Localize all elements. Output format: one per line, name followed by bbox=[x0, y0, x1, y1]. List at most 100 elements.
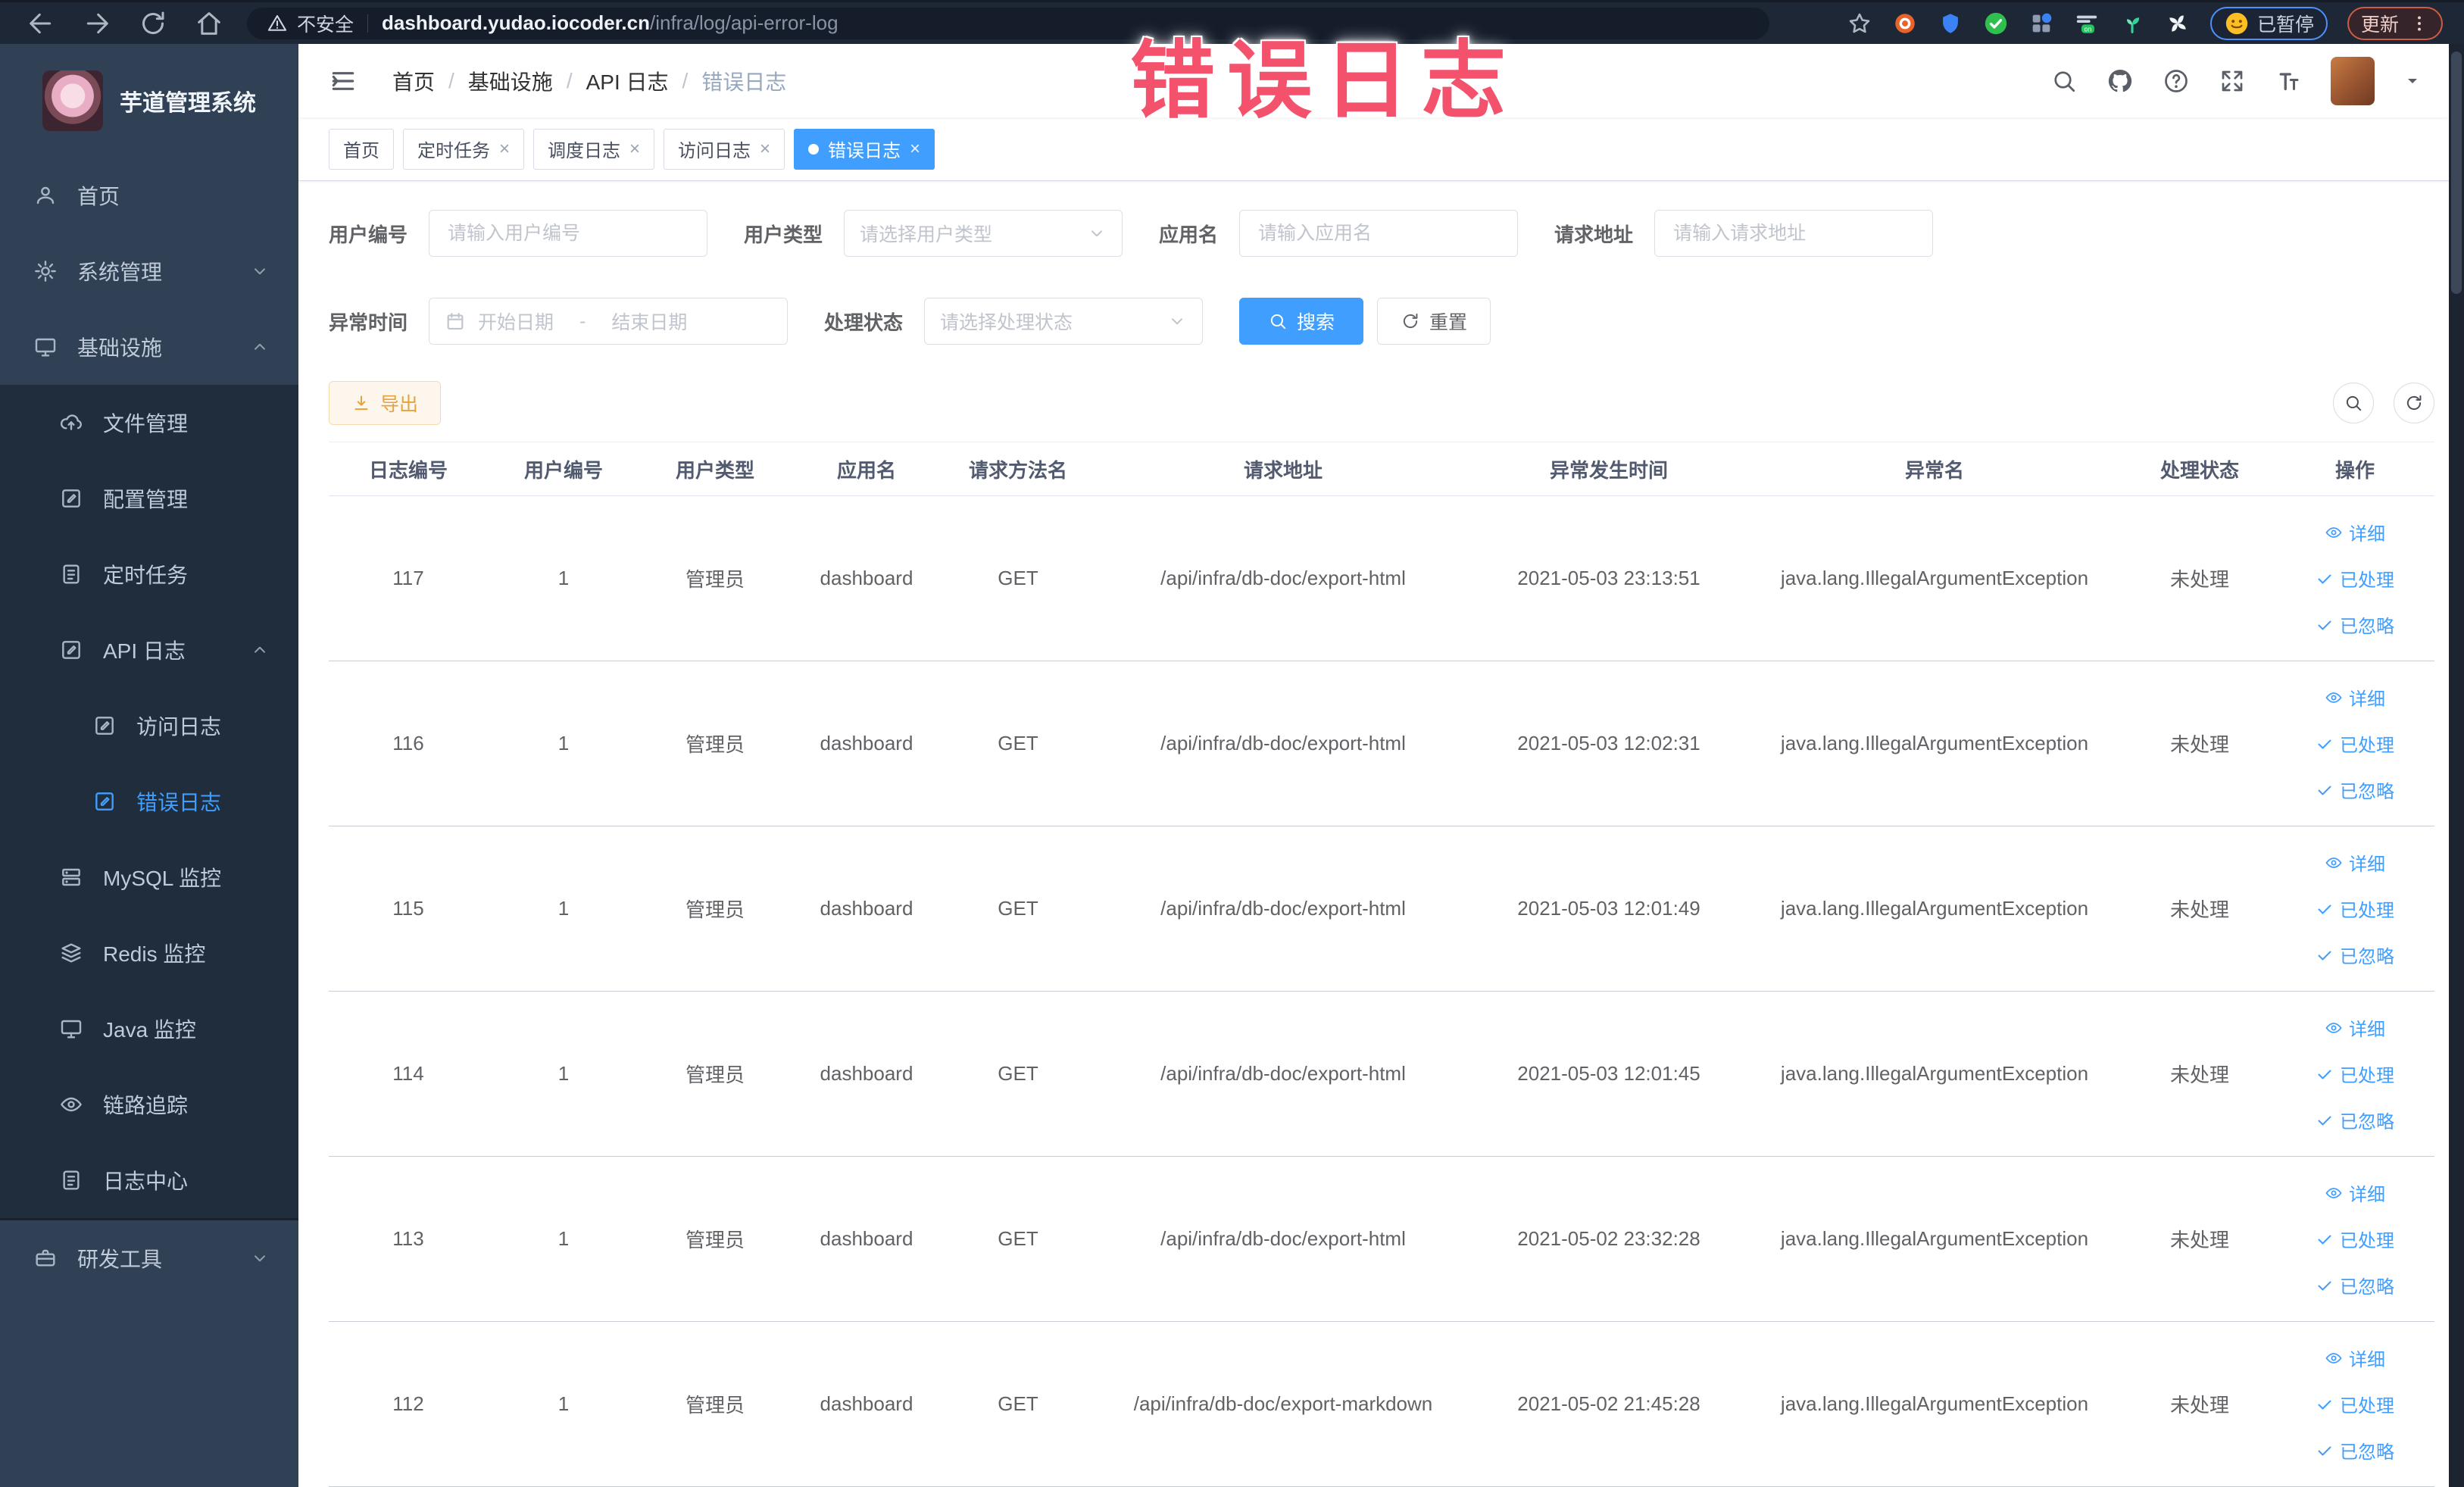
action-processed-link[interactable]: 已处理 bbox=[2316, 730, 2394, 757]
user-id-input[interactable] bbox=[429, 210, 708, 257]
sidebar-item-label: 访问日志 bbox=[136, 715, 222, 739]
sidebar-item-redis[interactable]: Redis 监控 bbox=[0, 915, 298, 991]
user-menu-caret-icon[interactable] bbox=[2403, 72, 2422, 90]
sidebar-item-trace[interactable]: 链路追踪 bbox=[0, 1067, 298, 1142]
page-scrollbar[interactable] bbox=[2449, 44, 2464, 1487]
address-bar[interactable]: 不安全 dashboard.yudao.iocoder.cn/infra/log… bbox=[247, 7, 1769, 39]
tab-close-icon[interactable]: × bbox=[629, 139, 640, 158]
sidebar-item-config[interactable]: 配置管理 bbox=[0, 461, 298, 536]
browser-forward-icon[interactable] bbox=[82, 8, 112, 39]
download-icon bbox=[351, 393, 371, 413]
refresh-button[interactable] bbox=[2394, 383, 2434, 423]
search-button[interactable]: 搜索 bbox=[1239, 298, 1364, 345]
tab-close-icon[interactable]: × bbox=[760, 139, 770, 158]
fullscreen-icon[interactable] bbox=[2219, 67, 2246, 95]
user-avatar[interactable] bbox=[2331, 56, 2375, 105]
action-ignored-link[interactable]: 已忽略 bbox=[2316, 1107, 2394, 1133]
action-ignored-link[interactable]: 已忽略 bbox=[2316, 942, 2394, 968]
tab-view-3[interactable]: 访问日志 × bbox=[664, 128, 785, 170]
app-name-input[interactable] bbox=[1239, 210, 1519, 257]
action-detail-link[interactable]: 详细 bbox=[2325, 519, 2385, 545]
bookmark-star-icon[interactable] bbox=[1847, 11, 1872, 36]
sidebar-item-access-log[interactable]: 访问日志 bbox=[0, 688, 298, 764]
toggle-search-button[interactable] bbox=[2333, 383, 2374, 423]
sidebar-item-mysql[interactable]: MySQL 监控 bbox=[0, 839, 298, 915]
sidebar-item-java[interactable]: Java 监控 bbox=[0, 991, 298, 1067]
extension-target-icon[interactable] bbox=[1892, 11, 1918, 36]
job-icon bbox=[59, 562, 83, 586]
sidebar-collapse-icon[interactable] bbox=[329, 67, 358, 95]
extension-green-check-icon[interactable] bbox=[1983, 11, 2009, 36]
column-header: 操作 bbox=[2334, 458, 2375, 482]
tab-view-1[interactable]: 定时任务 × bbox=[403, 128, 525, 170]
sidebar-item-system[interactable]: 系统管理 bbox=[0, 233, 298, 309]
action-ignored-link[interactable]: 已忽略 bbox=[2316, 1272, 2394, 1298]
sidebar-item-error-log[interactable]: 错误日志 bbox=[0, 764, 298, 839]
check-icon bbox=[2316, 616, 2334, 634]
browser-update-button[interactable]: 更新 bbox=[2347, 6, 2443, 40]
breadcrumb-home[interactable]: 首页 bbox=[392, 66, 435, 96]
extension-shield-icon[interactable] bbox=[1938, 11, 1963, 36]
action-detail-link[interactable]: 详细 bbox=[2325, 684, 2385, 711]
action-ignored-link[interactable]: 已忽略 bbox=[2316, 1437, 2394, 1464]
action-processed-link[interactable]: 已处理 bbox=[2316, 1061, 2394, 1087]
request-url-input[interactable] bbox=[1654, 210, 1934, 257]
font-size-icon[interactable] bbox=[2275, 67, 2302, 95]
action-processed-link[interactable]: 已处理 bbox=[2316, 565, 2394, 592]
search-button-label: 搜索 bbox=[1297, 312, 1335, 333]
sidebar: 芋道管理系统 首页系统管理基础设施 文件管理 配置管理 定时任务 API 日志访问日志错… bbox=[0, 44, 298, 1487]
sidebar-item-home[interactable]: 首页 bbox=[0, 158, 298, 233]
header-search-icon[interactable] bbox=[2050, 67, 2078, 95]
breadcrumb-api-log[interactable]: API 日志 bbox=[586, 66, 669, 96]
sidebar-item-file[interactable]: 文件管理 bbox=[0, 385, 298, 461]
action-detail-link[interactable]: 详细 bbox=[2325, 1014, 2385, 1041]
browser-home-icon[interactable] bbox=[194, 8, 224, 39]
tab-view-4[interactable]: 错误日志 × bbox=[794, 128, 935, 170]
app-logo[interactable]: 芋道管理系统 bbox=[0, 44, 298, 158]
cell-user-id: 1 bbox=[557, 897, 570, 920]
browser-profile-chip[interactable]: 已暂停 bbox=[2209, 6, 2328, 40]
sidebar-item-dev-tools[interactable]: 研发工具 bbox=[0, 1220, 298, 1296]
update-label: 更新 bbox=[2360, 14, 2399, 36]
extensions-pinwheel-icon[interactable] bbox=[2165, 11, 2191, 36]
help-icon[interactable] bbox=[2163, 67, 2190, 95]
column-header: 处理状态 bbox=[2160, 458, 2239, 482]
github-icon[interactable] bbox=[2106, 67, 2134, 95]
action-ignored-link[interactable]: 已忽略 bbox=[2316, 611, 2394, 638]
action-detail-link[interactable]: 详细 bbox=[2325, 849, 2385, 876]
extension-sprout-icon[interactable] bbox=[2119, 11, 2145, 36]
action-processed-link[interactable]: 已处理 bbox=[2316, 895, 2394, 922]
sidebar-item-log-center[interactable]: 日志中心 bbox=[0, 1142, 298, 1218]
sidebar-item-label: 系统管理 bbox=[77, 261, 163, 284]
exception-time-range-picker[interactable]: 开始日期 - 结束日期 bbox=[429, 298, 789, 345]
check-icon bbox=[2316, 1395, 2334, 1414]
action-detail-link[interactable]: 详细 bbox=[2325, 1345, 2385, 1371]
tab-label: 首页 bbox=[343, 141, 379, 161]
sidebar-item-api-log[interactable]: API 日志 bbox=[0, 612, 298, 688]
column-header: 异常名 bbox=[1904, 458, 1964, 482]
user-type-select[interactable]: 请选择用户类型 bbox=[844, 210, 1123, 257]
browser-reload-icon[interactable] bbox=[138, 8, 168, 39]
breadcrumb-infra[interactable]: 基础设施 bbox=[468, 66, 553, 96]
breadcrumb-separator: / bbox=[682, 68, 689, 92]
sidebar-item-infra[interactable]: 基础设施 bbox=[0, 309, 298, 385]
action-ignored-link[interactable]: 已忽略 bbox=[2316, 776, 2394, 803]
tab-close-icon[interactable]: × bbox=[499, 139, 510, 158]
browser-menu-kebab-icon[interactable] bbox=[2409, 14, 2429, 33]
export-button[interactable]: 导出 bbox=[329, 381, 441, 425]
scrollbar-thumb[interactable] bbox=[2451, 52, 2462, 294]
browser-back-icon[interactable] bbox=[26, 8, 56, 39]
tab-close-icon[interactable]: × bbox=[910, 139, 920, 158]
action-processed-link[interactable]: 已处理 bbox=[2316, 1391, 2394, 1417]
extension-grid-icon[interactable] bbox=[2028, 11, 2054, 36]
action-detail-link[interactable]: 详细 bbox=[2325, 1179, 2385, 1206]
tab-home[interactable]: 首页 bbox=[329, 128, 394, 170]
action-processed-link[interactable]: 已处理 bbox=[2316, 1226, 2394, 1252]
extension-on-badge-icon[interactable]: on bbox=[2074, 11, 2100, 36]
cell-user-type: 管理员 bbox=[685, 1229, 745, 1251]
file-icon bbox=[59, 411, 83, 435]
tab-view-2[interactable]: 调度日志 × bbox=[533, 128, 655, 170]
process-status-select[interactable]: 请选择处理状态 bbox=[924, 298, 1204, 345]
reset-button[interactable]: 重置 bbox=[1377, 298, 1491, 345]
sidebar-item-job[interactable]: 定时任务 bbox=[0, 536, 298, 612]
